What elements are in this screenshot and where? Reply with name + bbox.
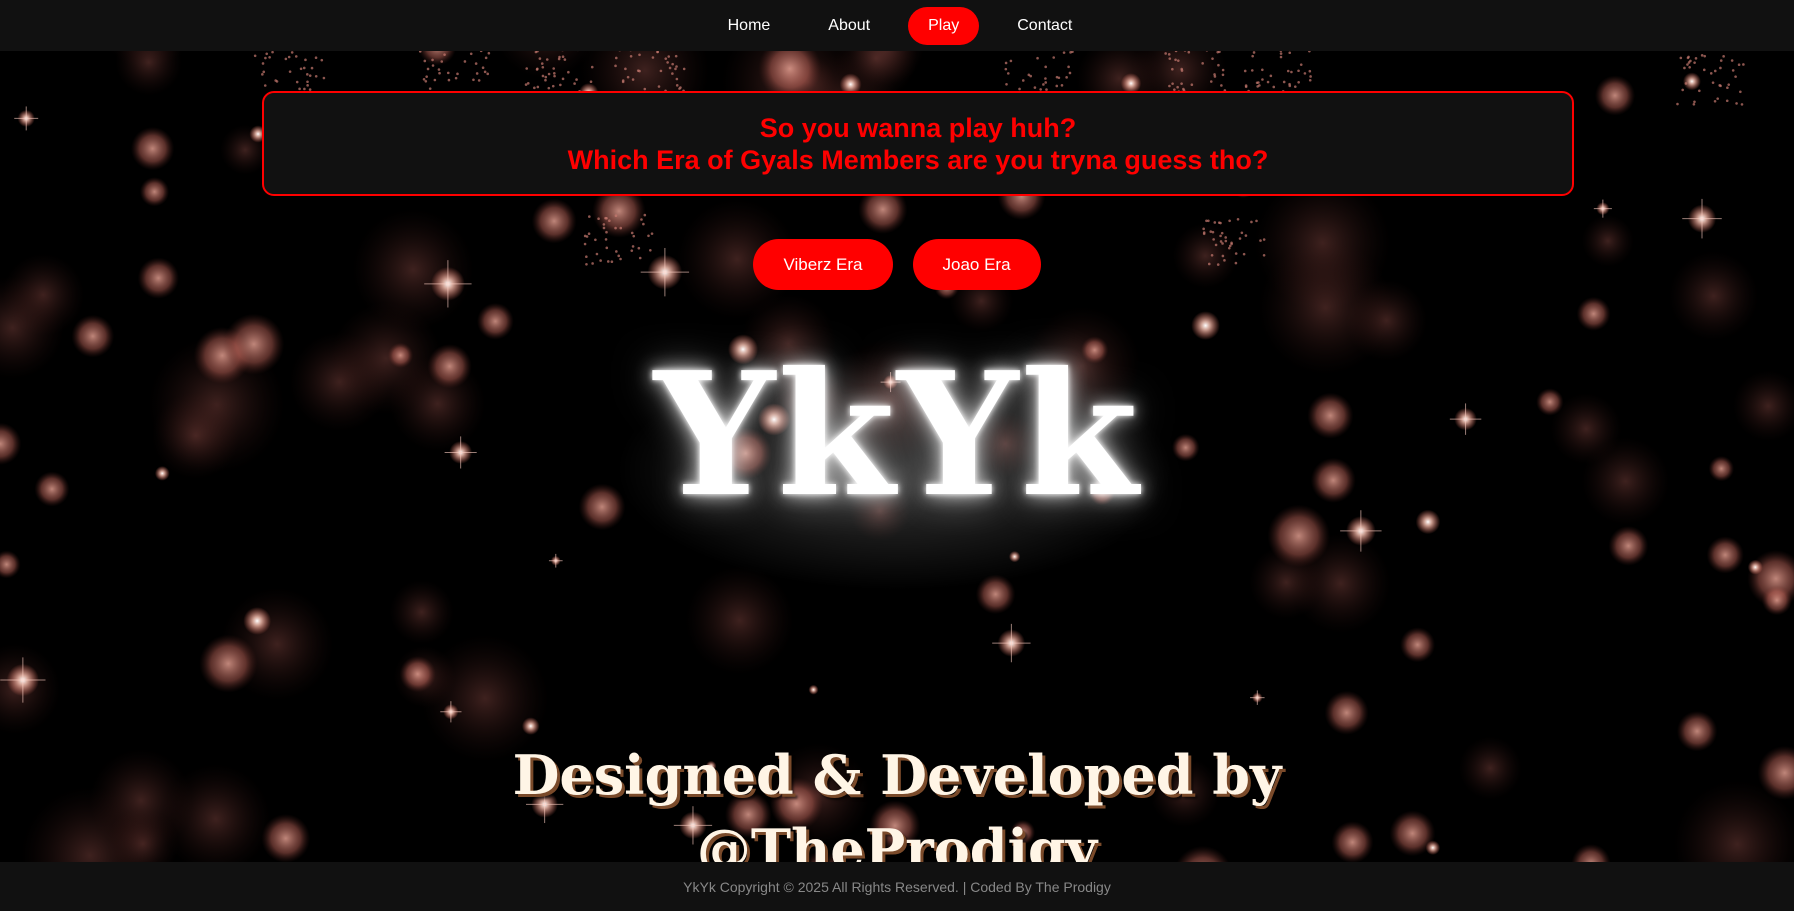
question-box: So you wanna play huh? Which Era of Gyal… bbox=[262, 91, 1574, 196]
question-line-2: Which Era of Gyals Members are you tryna… bbox=[567, 144, 1269, 175]
nav-links: Home About Play Contact bbox=[708, 6, 1093, 45]
viberz-era-button[interactable]: Viberz Era bbox=[753, 239, 893, 290]
nav-play-link[interactable]: Play bbox=[908, 6, 980, 45]
footer-copyright: YkYk Copyright © 2025 All Rights Reserve… bbox=[683, 878, 1111, 895]
footer: YkYk Copyright © 2025 All Rights Reserve… bbox=[0, 862, 1794, 911]
nav-about-link[interactable]: About bbox=[808, 7, 890, 45]
top-navbar: Home About Play Contact bbox=[0, 0, 1794, 51]
joao-era-button[interactable]: Joao Era bbox=[912, 239, 1041, 290]
play-page: Home About Play Contact So you wanna pla… bbox=[0, 0, 1794, 911]
ykyk-logo: YkYk bbox=[653, 335, 1141, 535]
era-buttons: Viberz Era Joao Era bbox=[0, 239, 1794, 290]
credits-line-1: Designed & Developed by bbox=[512, 743, 1282, 807]
nav-contact-link[interactable]: Contact bbox=[997, 7, 1092, 45]
question-line-1: So you wanna play huh? bbox=[759, 112, 1077, 143]
nav-home-link[interactable]: Home bbox=[708, 7, 791, 45]
